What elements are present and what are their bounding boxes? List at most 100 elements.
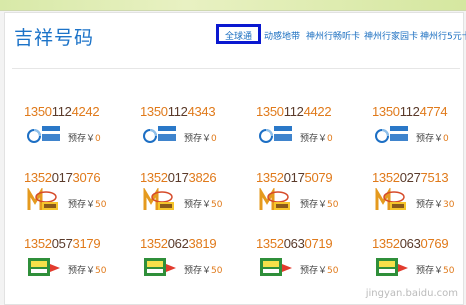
mzone-logo-icon [259,188,290,210]
phone-number-mid: 062 [167,236,189,251]
deposit-value: 50 [327,200,339,210]
deposit-label: 预存￥ [416,200,444,210]
deposit-amount: 预存￥0 [416,131,449,144]
top-banner-strip [0,0,466,11]
mzone-logo-icon [143,188,174,210]
phone-number[interactable]: 13520175079 [256,170,333,185]
deposit-amount: 预存￥0 [300,131,333,144]
number-card[interactable]: 13520573179 预存￥50 [24,236,124,292]
watermark: jingyan.baidu.com [365,288,458,299]
phone-number[interactable]: 13501124242 [24,104,100,119]
number-card[interactable]: 13520630769 预存￥50 [372,236,466,292]
number-card[interactable]: 13501124422 预存￥0 [256,104,356,160]
phone-number-mid: 017 [167,170,189,185]
tab-mzone[interactable]: 动感地带 [264,29,300,42]
tab-gotone[interactable]: 全球通 [216,24,262,44]
phone-number-suf: 3819 [188,236,217,251]
phone-number-pre: 1350 [24,104,52,119]
deposit-value: 0 [95,134,101,144]
number-card[interactable]: 13501124343 预存￥0 [140,104,240,160]
phone-number-suf: 7513 [420,170,449,185]
phone-number[interactable]: 13501124774 [372,104,448,119]
deposit-label: 预存￥ [300,200,328,210]
deposit-amount: 预存￥0 [184,131,217,144]
phone-number-pre: 1350 [372,104,400,119]
phone-number-suf: 4774 [419,104,448,119]
gotone-logo-icon [259,126,292,143]
gotone-logo-icon [375,126,408,143]
deposit-value: 0 [211,134,217,144]
phone-number-pre: 1352 [256,170,284,185]
number-card[interactable]: 13520173076 预存￥50 [24,170,124,226]
phone-number-pre: 1352 [24,236,52,251]
phone-number-pre: 1350 [140,104,168,119]
phone-number[interactable]: 13501124422 [256,104,332,119]
deposit-label: 预存￥ [184,134,212,144]
phone-number[interactable]: 13520277513 [372,170,449,185]
phone-number-pre: 1350 [256,104,284,119]
number-card[interactable]: 13501124774 预存￥0 [372,104,466,160]
phone-number-pre: 1352 [140,236,168,251]
deposit-value: 0 [327,134,333,144]
phone-number[interactable]: 13520630769 [372,236,449,251]
number-card[interactable]: 13501124242 预存￥0 [24,104,124,160]
number-card[interactable]: 13520175079 预存￥50 [256,170,356,226]
easyown-logo-icon [260,258,292,276]
deposit-amount: 预存￥50 [184,263,222,276]
deposit-value: 50 [327,266,339,276]
phone-number-mid: 063 [399,236,421,251]
tab-easyown-listen[interactable]: 神州行畅听卡 [306,29,360,42]
deposit-amount: 预存￥50 [68,263,106,276]
phone-number-suf: 0769 [420,236,449,251]
gotone-logo-icon [143,126,176,143]
phone-number[interactable]: 13520630719 [256,236,333,251]
phone-number-pre: 1352 [372,170,400,185]
number-card[interactable]: 13520173826 预存￥50 [140,170,240,226]
number-card[interactable]: 13520277513 预存￥30 [372,170,466,226]
phone-number-pre: 1352 [256,236,284,251]
section-title: 吉祥号码 [14,27,95,49]
deposit-amount: 预存￥50 [416,263,454,276]
deposit-value: 30 [443,200,455,210]
phone-number-suf: 3076 [72,170,101,185]
deposit-label: 预存￥ [184,266,212,276]
deposit-value: 50 [211,266,223,276]
mzone-logo-icon [375,188,406,210]
deposit-value: 50 [211,200,223,210]
phone-number-mid: 112 [51,104,72,119]
phone-number-suf: 3179 [72,236,101,251]
phone-number[interactable]: 13520623819 [140,236,217,251]
deposit-label: 预存￥ [416,134,444,144]
deposit-value: 50 [443,266,455,276]
deposit-label: 预存￥ [416,266,444,276]
phone-number-pre: 1352 [24,170,52,185]
phone-number[interactable]: 13501124343 [140,104,216,119]
phone-number-pre: 1352 [140,170,168,185]
deposit-label: 预存￥ [68,200,96,210]
phone-number[interactable]: 13520173826 [140,170,217,185]
deposit-label: 预存￥ [300,134,328,144]
header-divider [12,68,460,69]
deposit-label: 预存￥ [68,134,96,144]
deposit-amount: 预存￥50 [68,197,106,210]
phone-number-suf: 4343 [187,104,216,119]
phone-number-mid: 112 [167,104,188,119]
number-card[interactable]: 13520623819 预存￥50 [140,236,240,292]
deposit-value: 50 [95,266,107,276]
phone-number[interactable]: 13520573179 [24,236,101,251]
mzone-logo-icon [27,188,58,210]
tab-easyown-home[interactable]: 神州行家园卡 [364,29,418,42]
phone-number-suf: 5079 [304,170,333,185]
deposit-amount: 预存￥50 [300,197,338,210]
easyown-logo-icon [144,258,176,276]
phone-number-suf: 3826 [188,170,217,185]
phone-number-mid: 017 [51,170,73,185]
tab-easyown-5yuan[interactable]: 神州行5元卡 [420,29,466,42]
phone-number-pre: 1352 [372,236,400,251]
phone-number-mid: 063 [283,236,305,251]
phone-number[interactable]: 13520173076 [24,170,101,185]
phone-number-suf: 4242 [71,104,100,119]
easyown-logo-icon [28,258,60,276]
number-card[interactable]: 13520630719 预存￥50 [256,236,356,292]
phone-number-mid: 017 [283,170,305,185]
